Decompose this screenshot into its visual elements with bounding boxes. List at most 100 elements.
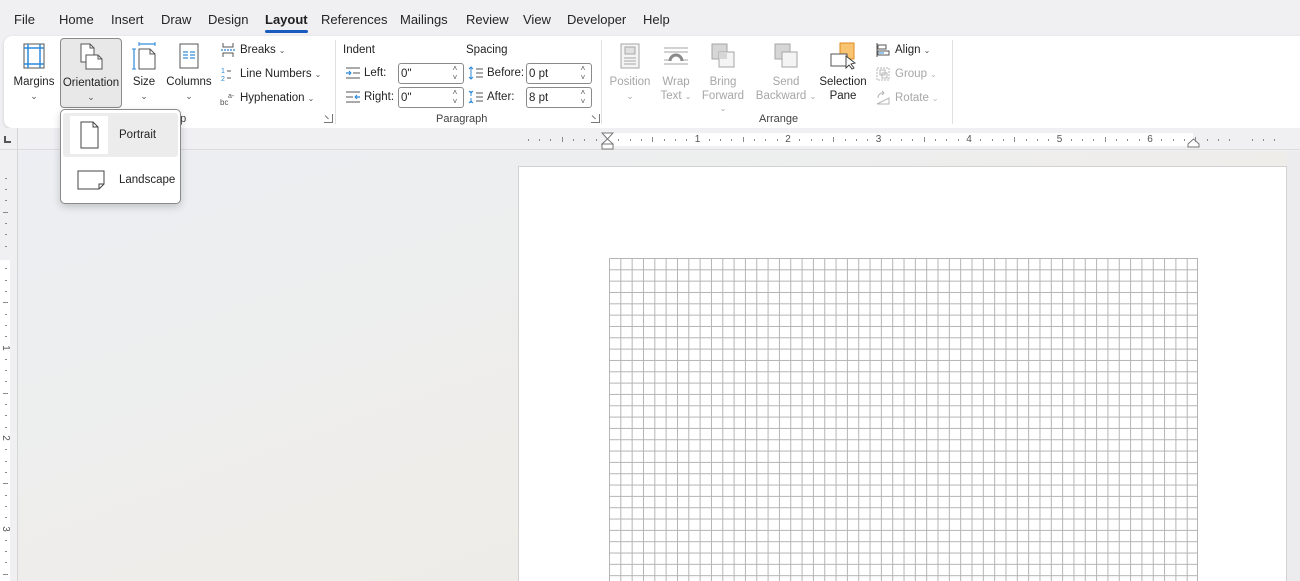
tab-insert[interactable]: Insert xyxy=(111,12,144,28)
ruler-tick xyxy=(5,505,7,507)
breaks-label: Breaks xyxy=(240,44,276,56)
ruler-number: 5 xyxy=(1056,134,1063,145)
line-numbers-button[interactable]: 1 2 Line Numbers ⌄ xyxy=(220,65,321,83)
spacing-before-input[interactable] xyxy=(529,66,577,81)
orientation-button[interactable]: Orientation ⌄ xyxy=(60,38,122,108)
indent-right-label: Right: xyxy=(345,88,394,106)
svg-text:1: 1 xyxy=(221,68,225,75)
ruler-tick xyxy=(1195,137,1197,142)
tab-references[interactable]: References xyxy=(321,12,387,28)
tab-review[interactable]: Review xyxy=(466,12,509,28)
ruler-number: 1 xyxy=(694,134,701,145)
ruler-tick xyxy=(663,139,665,141)
chevron-down-icon: ⌄ xyxy=(719,104,727,113)
tab-selector-icon[interactable] xyxy=(4,136,11,143)
paragraph-group-label: Paragraph xyxy=(436,113,488,125)
breaks-button[interactable]: Breaks ⌄ xyxy=(220,41,286,59)
ruler-tick xyxy=(1251,139,1253,141)
portrait-label: Portrait xyxy=(119,129,157,141)
tab-help[interactable]: Help xyxy=(643,12,670,28)
ruler-tick xyxy=(810,139,812,141)
right-indent-marker-icon[interactable] xyxy=(1187,138,1200,148)
ruler-tick xyxy=(5,539,7,541)
rotate-button[interactable]: Rotate ⌄ xyxy=(875,89,939,107)
tab-view[interactable]: View xyxy=(523,12,551,28)
send-backward-button[interactable]: Send Backward ⌄ xyxy=(752,38,820,108)
spacing-after-input[interactable] xyxy=(529,90,577,105)
position-button[interactable]: Position ⌄ xyxy=(606,38,654,108)
orientation-menu: Portrait Landscape xyxy=(60,109,181,204)
align-label: Align xyxy=(895,44,921,56)
ruler-tick xyxy=(5,358,7,360)
bring-forward-button[interactable]: Bring Forward ⌄ xyxy=(698,38,748,113)
ruler-number: 6 xyxy=(1147,134,1153,145)
ruler-tick xyxy=(855,139,857,141)
ruler-tick xyxy=(1263,139,1265,141)
spin-up-icon[interactable]: ˄ xyxy=(451,88,459,97)
ruler-tick xyxy=(821,139,823,141)
selection-pane-button[interactable]: Selection Pane xyxy=(818,38,868,108)
columns-button[interactable]: Columns ⌄ xyxy=(164,38,214,108)
ruler-tick xyxy=(935,139,937,141)
wrap-text-button[interactable]: Wrap Text ⌄ xyxy=(656,38,696,108)
tab-home[interactable]: Home xyxy=(59,12,94,28)
ruler-tick xyxy=(5,551,7,553)
spin-up-icon[interactable]: ˄ xyxy=(451,64,459,73)
horizontal-ruler[interactable]: 1 2 3 4 5 6 xyxy=(517,132,1287,150)
ruler-tick xyxy=(946,139,948,141)
ruler-tick xyxy=(1274,139,1276,141)
spin-down-icon[interactable]: ˅ xyxy=(451,97,459,106)
ruler-tick xyxy=(957,139,959,141)
grid-table[interactable] xyxy=(609,258,1198,581)
spin-down-icon[interactable]: ˅ xyxy=(451,73,459,82)
tab-draw[interactable]: Draw xyxy=(161,12,191,28)
arrange-group-label: Arrange xyxy=(759,113,799,125)
ruler-tick xyxy=(1183,139,1185,141)
ruler-tick xyxy=(5,404,7,406)
ruler-tick xyxy=(1070,139,1072,141)
hyphenation-button[interactable]: bc a- Hyphenation ⌄ xyxy=(220,89,314,107)
svg-text:a-: a- xyxy=(228,93,235,100)
orientation-landscape-item[interactable]: Landscape xyxy=(63,158,178,202)
ruler-number: 2 xyxy=(785,134,791,145)
margins-button[interactable]: Margins ⌄ xyxy=(10,38,58,108)
indent-right-spinner[interactable]: ˄ ˅ xyxy=(398,87,464,108)
align-button[interactable]: Align ⌄ xyxy=(875,41,930,59)
ruler-tick xyxy=(5,324,7,326)
group-button[interactable]: Group ⌄ xyxy=(875,65,937,83)
ruler-tick xyxy=(5,189,7,191)
spin-down-icon[interactable]: ˅ xyxy=(579,97,587,106)
tab-developer[interactable]: Developer xyxy=(567,12,626,28)
size-button[interactable]: Size ⌄ xyxy=(126,38,162,108)
line-numbers-icon: 1 2 xyxy=(221,68,231,82)
vertical-ruler[interactable]: 1 2 3 xyxy=(0,150,17,581)
ruler-tick xyxy=(5,426,7,428)
indent-left-input[interactable] xyxy=(401,66,449,81)
ruler-tick xyxy=(686,139,688,141)
ruler-tick xyxy=(584,139,586,141)
margins-icon xyxy=(23,43,45,69)
spacing-after-spinner[interactable]: ˄ ˅ xyxy=(526,87,592,108)
ruler-tick xyxy=(754,139,756,141)
spin-down-icon[interactable]: ˅ xyxy=(579,73,587,82)
tab-layout[interactable]: Layout xyxy=(265,12,308,33)
ruler-tick xyxy=(1138,139,1140,141)
chevron-down-icon: ⌄ xyxy=(684,92,692,101)
paragraph-dialog-launcher-icon[interactable] xyxy=(591,114,600,123)
ruler-tick xyxy=(573,139,575,141)
chevron-down-icon: ⌄ xyxy=(314,69,322,79)
tab-mailings[interactable]: Mailings xyxy=(400,12,448,28)
page-setup-dialog-launcher-icon[interactable] xyxy=(324,114,333,123)
spin-up-icon[interactable]: ˄ xyxy=(579,64,587,73)
indent-right-input[interactable] xyxy=(401,90,449,105)
indent-left-spinner[interactable]: ˄ ˅ xyxy=(398,63,464,84)
document-page[interactable] xyxy=(518,166,1287,581)
tab-file[interactable]: File xyxy=(14,12,35,28)
orientation-portrait-item[interactable]: Portrait xyxy=(63,113,178,157)
spacing-before-spinner[interactable]: ˄ ˅ xyxy=(526,63,592,84)
spin-up-icon[interactable]: ˄ xyxy=(579,88,587,97)
orientation-icon xyxy=(80,43,103,70)
tab-design[interactable]: Design xyxy=(208,12,248,28)
indent-marker-icon[interactable] xyxy=(601,132,614,150)
chevron-down-icon: ⌄ xyxy=(626,91,634,101)
